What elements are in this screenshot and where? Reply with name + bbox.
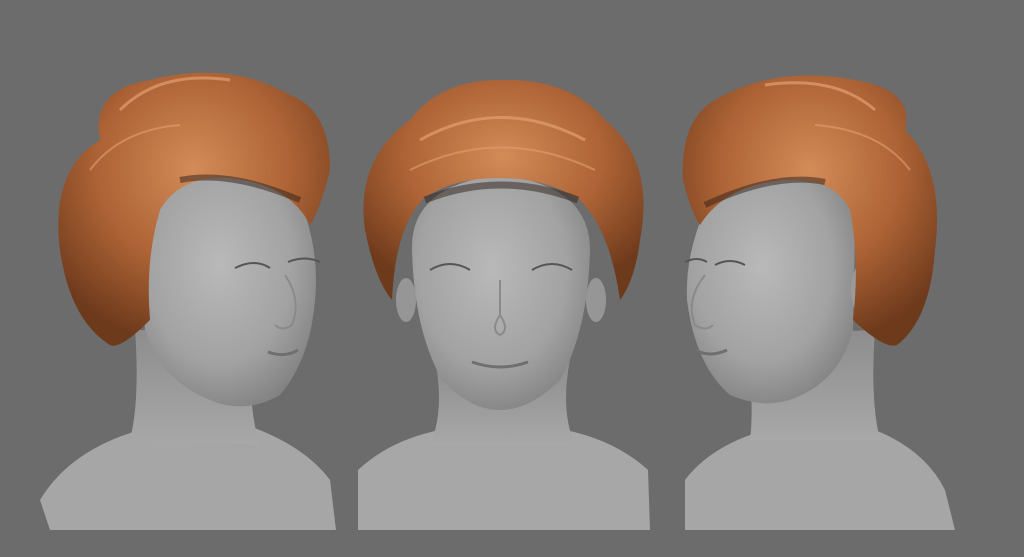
shoulders	[685, 425, 955, 530]
three-quarter-right-view	[682, 75, 955, 530]
three-quarter-left-view	[40, 72, 336, 530]
face	[396, 175, 606, 410]
ear-right	[586, 278, 606, 322]
ear-left	[396, 278, 416, 322]
front-view	[358, 79, 650, 530]
render-viewport	[0, 0, 1024, 557]
